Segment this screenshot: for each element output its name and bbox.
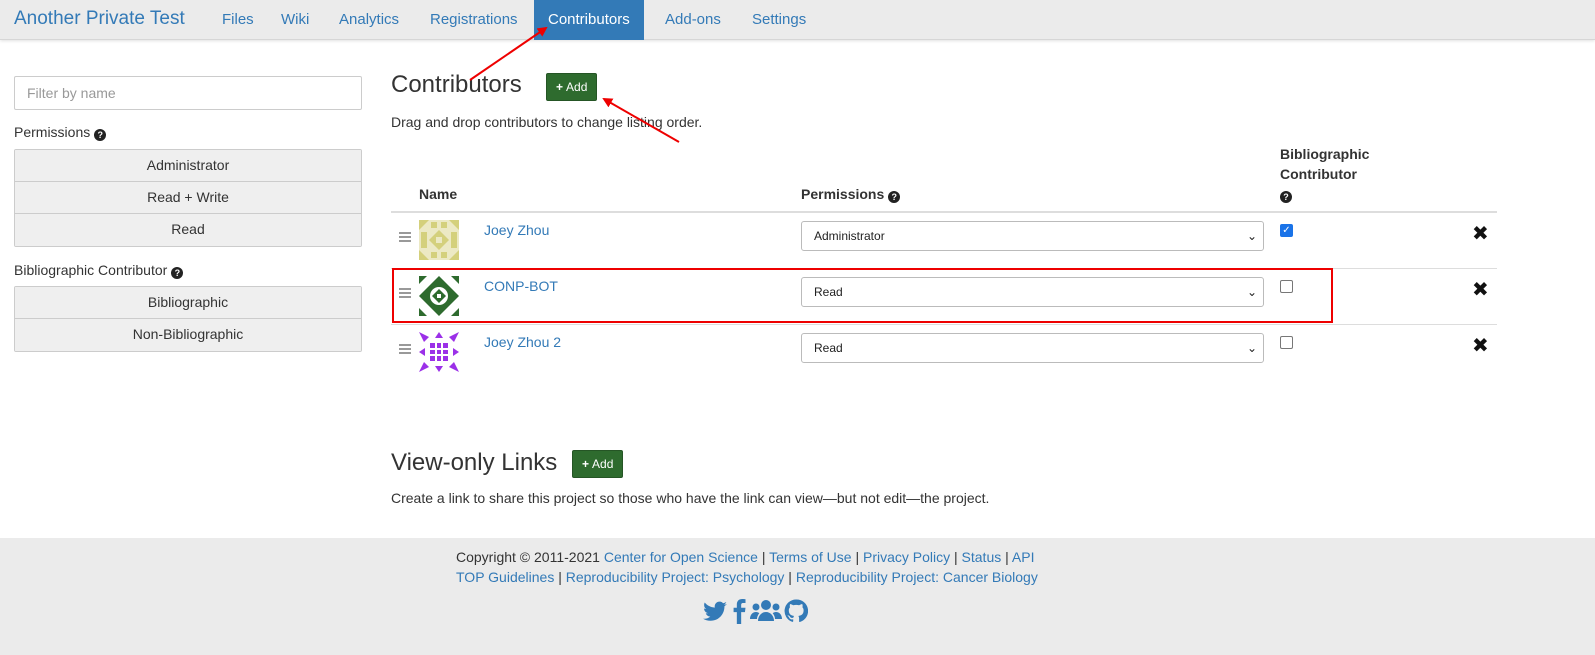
facebook-icon[interactable]: [731, 598, 747, 624]
twitter-icon[interactable]: [702, 598, 728, 624]
footer-separator: |: [1005, 549, 1009, 565]
footer-separator: |: [761, 549, 766, 565]
group-icon[interactable]: [750, 598, 782, 624]
view-only-links-heading: View-only Links: [391, 449, 558, 476]
add-view-only-link-button[interactable]: + Add: [572, 450, 624, 478]
footer-line-1: Copyright © 2011-2021 Center for Open Sc…: [456, 549, 1034, 565]
footer-link-status[interactable]: Status: [962, 549, 1002, 565]
footer-link-privacy[interactable]: Privacy Policy: [863, 549, 950, 565]
footer-link-top-guidelines[interactable]: TOP Guidelines: [456, 569, 554, 585]
arrow-to-add-button: [602, 98, 680, 143]
arrow-to-contributors-tab: [469, 26, 548, 81]
add-view-only-link-label: Add: [592, 457, 614, 471]
footer-link-rp-psychology[interactable]: Reproducibility Project: Psychology: [566, 569, 785, 585]
footer-separator: |: [558, 569, 562, 585]
plus-icon: +: [582, 457, 590, 471]
footer-line-2: TOP Guidelines | Reproducibility Project…: [456, 569, 1038, 585]
footer-separator: |: [855, 549, 860, 565]
footer-link-api[interactable]: API: [1012, 549, 1035, 565]
view-only-help-text: Create a link to share this project so t…: [391, 490, 990, 506]
footer-link-terms[interactable]: Terms of Use: [769, 549, 851, 565]
github-icon[interactable]: [784, 598, 808, 624]
copyright-text: Copyright © 2011-2021: [456, 549, 600, 565]
footer-separator: |: [788, 569, 792, 585]
footer-link-rp-cancer-biology[interactable]: Reproducibility Project: Cancer Biology: [796, 569, 1038, 585]
footer-separator: |: [954, 549, 958, 565]
footer-link-cos[interactable]: Center for Open Science: [604, 549, 758, 565]
